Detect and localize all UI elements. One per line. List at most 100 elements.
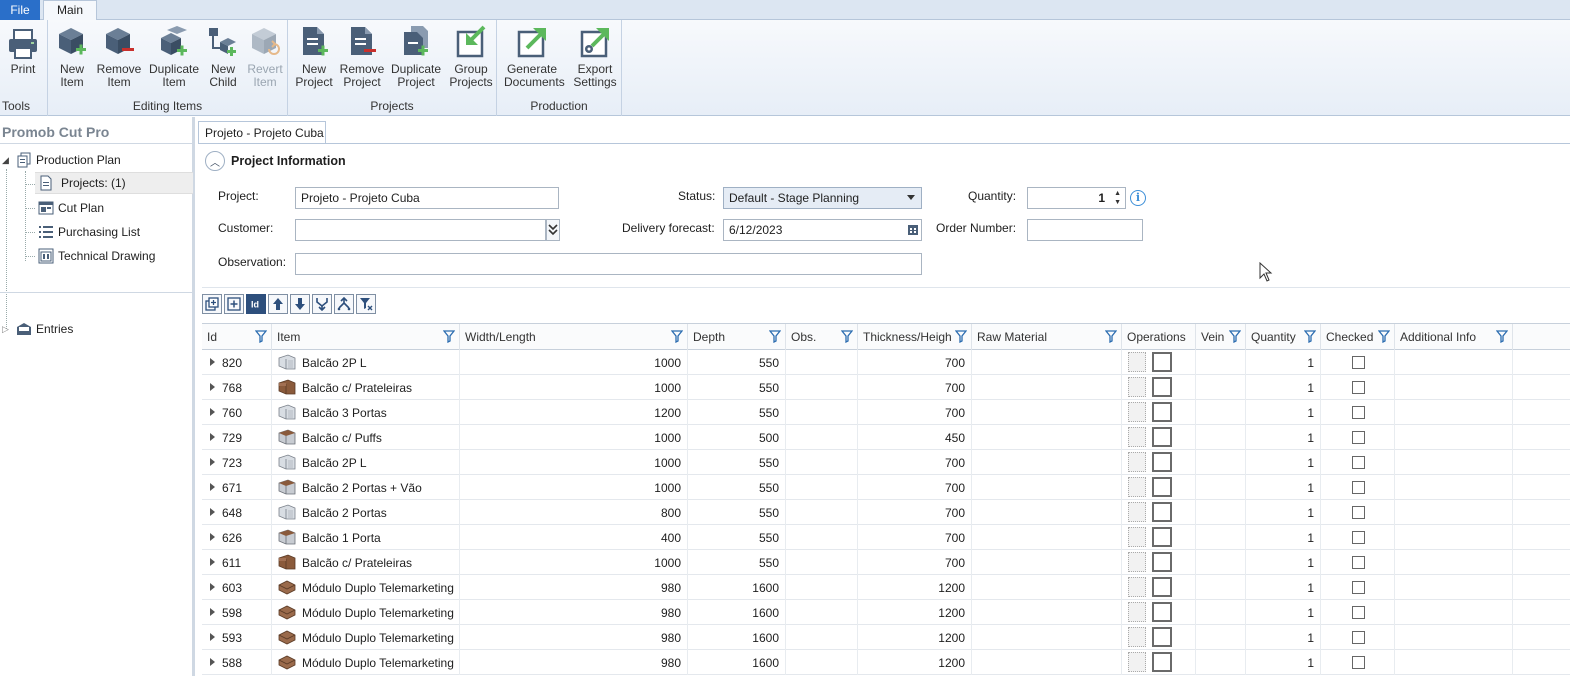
add-row-icon[interactable] [224, 294, 244, 314]
expand-row-icon[interactable] [210, 608, 215, 616]
checked-checkbox[interactable] [1352, 556, 1365, 569]
cell-checked[interactable] [1321, 500, 1395, 525]
expand-row-icon[interactable] [210, 558, 215, 566]
column-header-obs[interactable]: Obs. [786, 324, 858, 350]
export-settings-button[interactable]: Export Settings [571, 24, 619, 89]
operation-placeholder-icon[interactable] [1128, 627, 1146, 647]
checked-checkbox[interactable] [1352, 606, 1365, 619]
column-header-depth[interactable]: Depth [688, 324, 786, 350]
cell-operations[interactable] [1122, 400, 1196, 425]
operation-box-icon[interactable] [1152, 402, 1172, 422]
move-down-icon[interactable] [290, 294, 310, 314]
filter-icon[interactable] [841, 330, 853, 343]
remove-item-button[interactable]: Remove Item [94, 24, 144, 89]
expand-row-icon[interactable] [210, 408, 215, 416]
operation-box-icon[interactable] [1152, 477, 1172, 497]
table-row[interactable]: 588 Módulo Duplo Telemarketing 980 1600 1200… [202, 650, 1570, 675]
filter-icon[interactable] [769, 330, 781, 343]
expand-row-icon[interactable] [210, 583, 215, 591]
cell-checked[interactable] [1321, 475, 1395, 500]
split-icon[interactable] [334, 294, 354, 314]
tree-purchasing-list[interactable]: Purchasing List [38, 221, 140, 243]
checked-checkbox[interactable] [1352, 431, 1365, 444]
column-header-additional-info[interactable]: Additional Info [1395, 324, 1513, 350]
expand-row-icon[interactable] [210, 458, 215, 466]
column-header-vein[interactable]: Vein [1196, 324, 1246, 350]
operation-box-icon[interactable] [1152, 377, 1172, 397]
cell-checked[interactable] [1321, 350, 1395, 375]
operation-placeholder-icon[interactable] [1128, 527, 1146, 547]
cell-operations[interactable] [1122, 500, 1196, 525]
operation-placeholder-icon[interactable] [1128, 452, 1146, 472]
new-project-button[interactable]: New Project [292, 24, 336, 89]
cell-checked[interactable] [1321, 400, 1395, 425]
expand-row-icon[interactable] [210, 508, 215, 516]
table-row[interactable]: 760 Balcão 3 Portas 1200 550 700 1 [202, 400, 1570, 425]
filter-icon[interactable] [1496, 330, 1508, 343]
operation-box-icon[interactable] [1152, 627, 1172, 647]
filter-icon[interactable] [955, 330, 967, 343]
cell-operations[interactable] [1122, 600, 1196, 625]
expand-row-icon[interactable] [210, 358, 215, 366]
column-header-width-length[interactable]: Width/Length [460, 324, 688, 350]
table-row[interactable]: 593 Módulo Duplo Telemarketing 980 1600 1200… [202, 625, 1570, 650]
tree-cut-plan[interactable]: Cut Plan [38, 197, 104, 219]
project-information-header[interactable]: ︿ Project Information [205, 151, 346, 171]
expand-row-icon[interactable] [210, 483, 215, 491]
operation-placeholder-icon[interactable] [1128, 502, 1146, 522]
cell-checked[interactable] [1321, 650, 1395, 675]
operation-placeholder-icon[interactable] [1128, 352, 1146, 372]
cell-checked[interactable] [1321, 525, 1395, 550]
column-header-id[interactable]: Id [202, 324, 272, 350]
id-toggle-icon[interactable]: Id [246, 294, 266, 314]
table-row[interactable]: 611 Balcão c/ Prateleiras 1000 550 700 1 [202, 550, 1570, 575]
operation-box-icon[interactable] [1152, 427, 1172, 447]
expand-all-icon[interactable] [202, 294, 222, 314]
checked-checkbox[interactable] [1352, 381, 1365, 394]
checked-checkbox[interactable] [1352, 581, 1365, 594]
table-row[interactable]: 598 Módulo Duplo Telemarketing 980 1600 1200… [202, 600, 1570, 625]
cell-operations[interactable] [1122, 525, 1196, 550]
column-header-item[interactable]: Item [272, 324, 460, 350]
print-button[interactable]: Print [4, 24, 42, 76]
order-number-field[interactable] [1027, 219, 1143, 241]
cell-operations[interactable] [1122, 575, 1196, 600]
table-row[interactable]: 603 Módulo Duplo Telemarketing 980 1600 1200… [202, 575, 1570, 600]
operation-placeholder-icon[interactable] [1128, 552, 1146, 572]
duplicate-project-button[interactable]: Duplicate Project [389, 24, 443, 89]
operation-placeholder-icon[interactable] [1128, 377, 1146, 397]
duplicate-item-button[interactable]: Duplicate Item [147, 24, 201, 89]
project-field[interactable]: Projeto - Projeto Cuba [295, 187, 559, 209]
revert-item-button[interactable]: Revert Item [245, 24, 285, 89]
checked-checkbox[interactable] [1352, 656, 1365, 669]
filter-icon[interactable] [443, 330, 455, 343]
table-row[interactable]: 768 Balcão c/ Prateleiras 1000 550 700 1 [202, 375, 1570, 400]
tab-main[interactable]: Main [43, 0, 97, 21]
cell-operations[interactable] [1122, 475, 1196, 500]
expand-row-icon[interactable] [210, 433, 215, 441]
expand-triangle-icon[interactable]: ▷ [2, 324, 14, 335]
cell-operations[interactable] [1122, 350, 1196, 375]
table-row[interactable]: 626 Balcão 1 Porta 400 550 700 1 [202, 525, 1570, 550]
cell-checked[interactable] [1321, 625, 1395, 650]
cell-operations[interactable] [1122, 450, 1196, 475]
operation-placeholder-icon[interactable] [1128, 602, 1146, 622]
double-chevron-down-icon[interactable] [546, 219, 560, 241]
operation-box-icon[interactable] [1152, 527, 1172, 547]
filter-icon[interactable] [1229, 330, 1241, 343]
filter-icon[interactable] [255, 330, 267, 343]
remove-project-button[interactable]: Remove Project [338, 24, 386, 89]
column-header-checked[interactable]: Checked [1321, 324, 1395, 350]
cell-checked[interactable] [1321, 575, 1395, 600]
tree-technical-drawing[interactable]: Technical Drawing [38, 245, 155, 267]
filter-icon[interactable] [1378, 330, 1390, 343]
cell-operations[interactable] [1122, 625, 1196, 650]
table-row[interactable]: 820 Balcão 2P L 1000 550 700 1 [202, 350, 1570, 375]
delivery-forecast-field[interactable]: 6/12/2023 [723, 219, 922, 241]
checked-checkbox[interactable] [1352, 406, 1365, 419]
collapse-triangle-icon[interactable]: ◢ [2, 155, 12, 166]
move-up-icon[interactable] [268, 294, 288, 314]
table-row[interactable]: 729 Balcão c/ Puffs 1000 500 450 1 [202, 425, 1570, 450]
operation-box-icon[interactable] [1152, 602, 1172, 622]
expand-row-icon[interactable] [210, 533, 215, 541]
